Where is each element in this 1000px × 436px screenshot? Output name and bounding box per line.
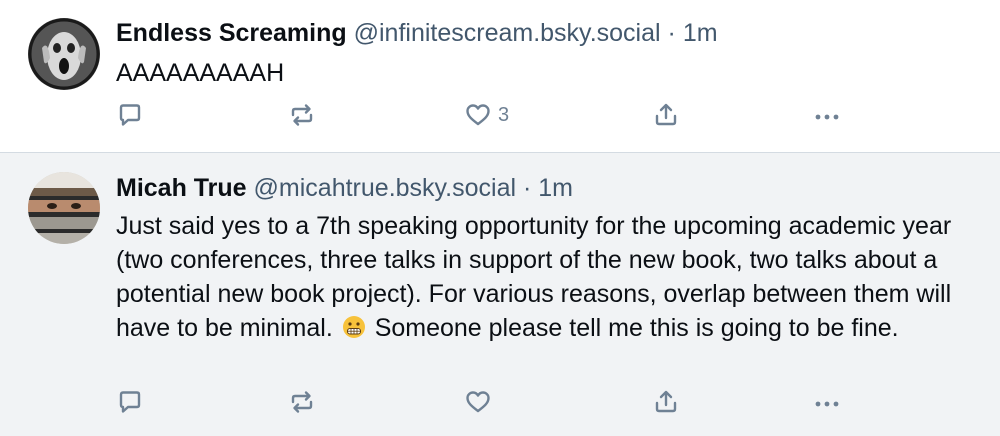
like-button[interactable]: 3 [464, 98, 509, 132]
more-options-button[interactable] [812, 385, 842, 419]
separator: · [523, 174, 532, 202]
reply-button[interactable] [116, 98, 144, 132]
more-icon [815, 401, 839, 407]
author-name[interactable]: Micah True [116, 174, 247, 202]
like-icon [466, 104, 490, 126]
share-button[interactable] [652, 385, 680, 419]
repost-button[interactable] [288, 98, 316, 132]
repost-icon [291, 104, 313, 126]
post-header: Endless Screaming @infinitescream.bsky.s… [116, 17, 718, 49]
like-button[interactable] [464, 385, 492, 419]
more-icon [815, 114, 839, 120]
post-actions [0, 385, 1000, 419]
repost-icon [291, 391, 313, 413]
feed: Endless Screaming @infinitescream.bsky.s… [0, 0, 1000, 436]
avatar[interactable] [28, 172, 100, 244]
like-icon [466, 391, 490, 413]
post-actions: 3 [0, 98, 1000, 132]
grimacing-face-emoji [342, 314, 366, 348]
separator: · [667, 19, 676, 47]
reply-icon [119, 104, 141, 126]
author-name[interactable]: Endless Screaming [116, 19, 347, 47]
share-icon [655, 390, 677, 413]
reply-icon [119, 391, 141, 413]
share-button[interactable] [652, 98, 680, 132]
post-text-part-2: Someone please tell me this is going to … [374, 314, 899, 342]
author-handle[interactable]: @micahtrue.bsky.social [254, 174, 517, 202]
peeking-avatar-image [28, 172, 100, 244]
repost-button[interactable] [288, 385, 316, 419]
post-header: Micah True @micahtrue.bsky.social · 1m [116, 172, 573, 204]
scream-avatar-image [28, 18, 100, 90]
timestamp[interactable]: 1m [538, 174, 573, 202]
post-text: Just said yes to a 7th speaking opportun… [116, 209, 976, 348]
timestamp[interactable]: 1m [683, 19, 718, 47]
more-options-button[interactable] [812, 98, 842, 132]
post-highlighted[interactable]: Micah True @micahtrue.bsky.social · 1m J… [0, 153, 1000, 436]
post-text: AAAAAAAAAH [116, 59, 285, 87]
avatar[interactable] [28, 18, 100, 90]
post[interactable]: Endless Screaming @infinitescream.bsky.s… [0, 0, 1000, 152]
reply-button[interactable] [116, 385, 144, 419]
like-count: 3 [498, 103, 510, 126]
author-handle[interactable]: @infinitescream.bsky.social [354, 19, 661, 47]
share-icon [655, 103, 677, 126]
